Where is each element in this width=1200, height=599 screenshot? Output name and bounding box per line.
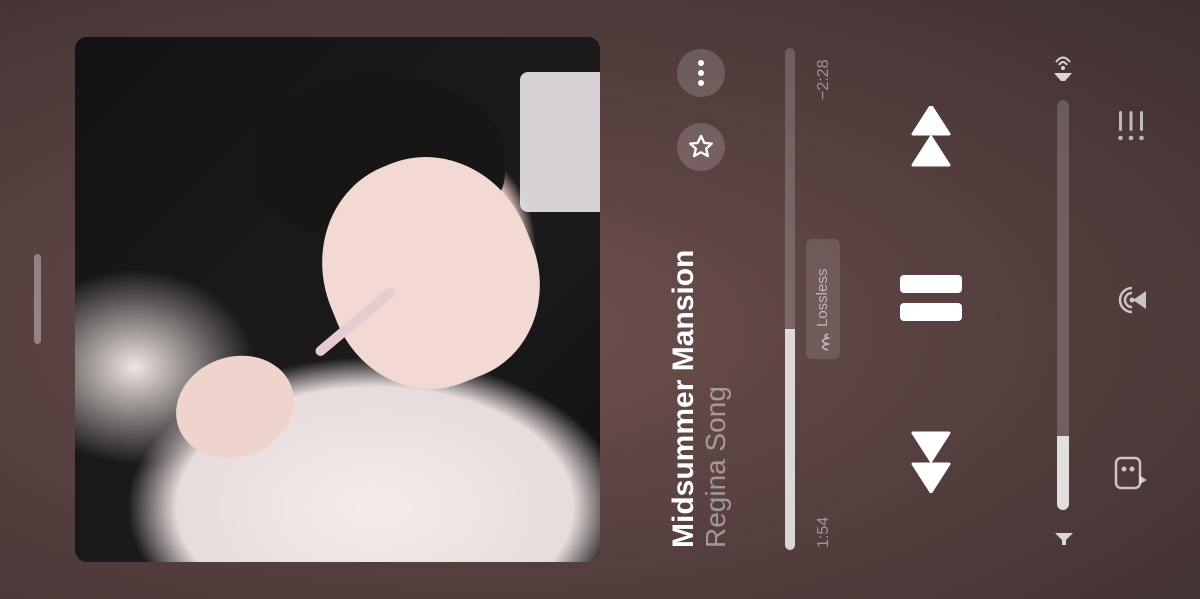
- previous-icon[interactable]: [911, 106, 951, 168]
- artist-name[interactable]: Regina Song: [700, 248, 732, 548]
- favorite-button[interactable]: [677, 123, 725, 171]
- volume-fill: [1057, 436, 1069, 510]
- progress-slider[interactable]: [785, 48, 795, 550]
- volume-low-icon[interactable]: [1054, 531, 1074, 547]
- drag-handle[interactable]: [34, 254, 41, 344]
- volume-slider[interactable]: [1057, 100, 1069, 510]
- lyrics-icon[interactable]: [1114, 456, 1148, 492]
- lossless-badge[interactable]: Lossless: [806, 239, 840, 359]
- song-title: Midsummer Mansion: [667, 249, 700, 548]
- airplay-icon[interactable]: [1051, 53, 1075, 83]
- queue-icon[interactable]: [1117, 110, 1145, 142]
- remaining-time: −2:28: [815, 59, 832, 100]
- lossless-icon: [821, 333, 830, 351]
- album-artwork: [75, 37, 600, 562]
- broadcast-icon[interactable]: [1113, 283, 1149, 317]
- more-button[interactable]: [677, 49, 725, 97]
- pause-icon[interactable]: [900, 275, 962, 323]
- lossless-label: Lossless: [814, 268, 831, 327]
- more-icon: [698, 60, 704, 86]
- progress-fill: [785, 329, 795, 550]
- elapsed-time: 1:54: [815, 516, 832, 548]
- track-info: Midsummer Mansion Regina Song: [667, 248, 732, 548]
- next-icon[interactable]: [911, 431, 951, 493]
- star-icon: [688, 134, 714, 158]
